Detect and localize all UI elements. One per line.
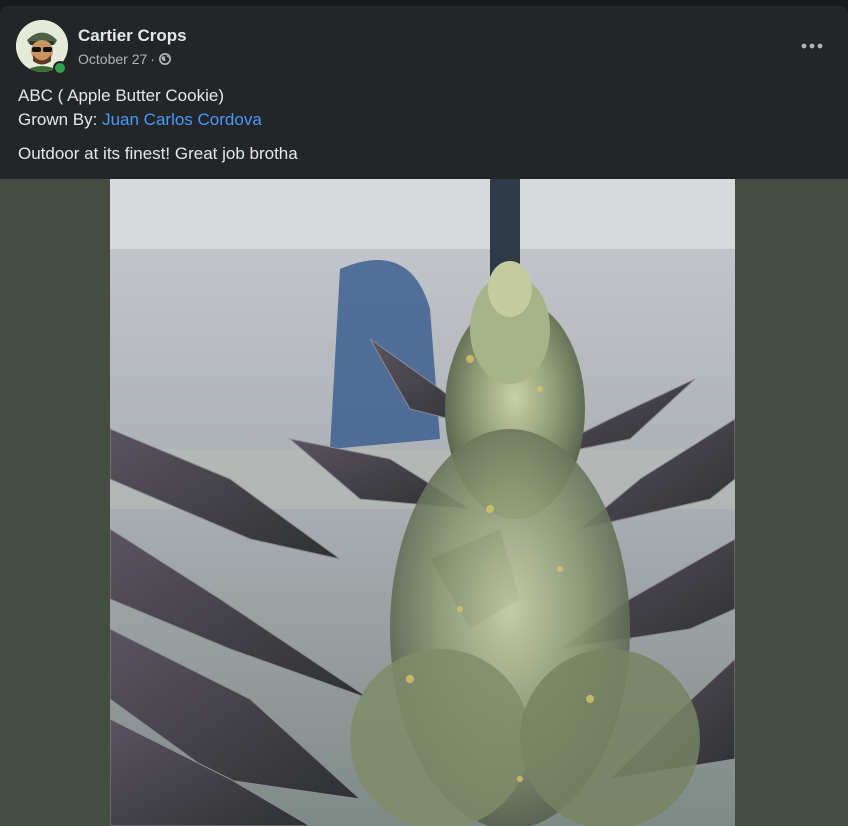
author-name[interactable]: Cartier Crops [78,25,187,46]
post-date[interactable]: October 27 [78,51,147,67]
grower-link[interactable]: Juan Carlos Cordova [102,110,262,129]
grown-by-label: Grown By: [18,110,98,129]
post-title: ABC ( Apple Butter Cookie) [18,86,224,105]
post-photo[interactable] [110,179,735,826]
post-text: ABC ( Apple Butter Cookie) Grown By: Jua… [18,84,298,165]
cannabis-plant-photo-icon [110,179,735,826]
grown-by-line: Grown By: Juan Carlos Cordova [18,108,298,131]
online-status-indicator [53,61,67,75]
more-options-button[interactable] [794,28,830,64]
globe-icon[interactable] [158,52,172,66]
post-media [0,179,848,826]
post-header: Cartier Crops October 27 · [16,20,187,72]
more-options-icon [801,43,823,49]
post-caption: Outdoor at its finest! Great job brotha [18,144,298,163]
timestamp-row: October 27 · [78,51,187,67]
post-card: Cartier Crops October 27 · ABC (Apple B… [0,6,848,826]
separator-dot: · [150,51,155,67]
post-meta: Cartier Crops October 27 · [78,25,187,67]
